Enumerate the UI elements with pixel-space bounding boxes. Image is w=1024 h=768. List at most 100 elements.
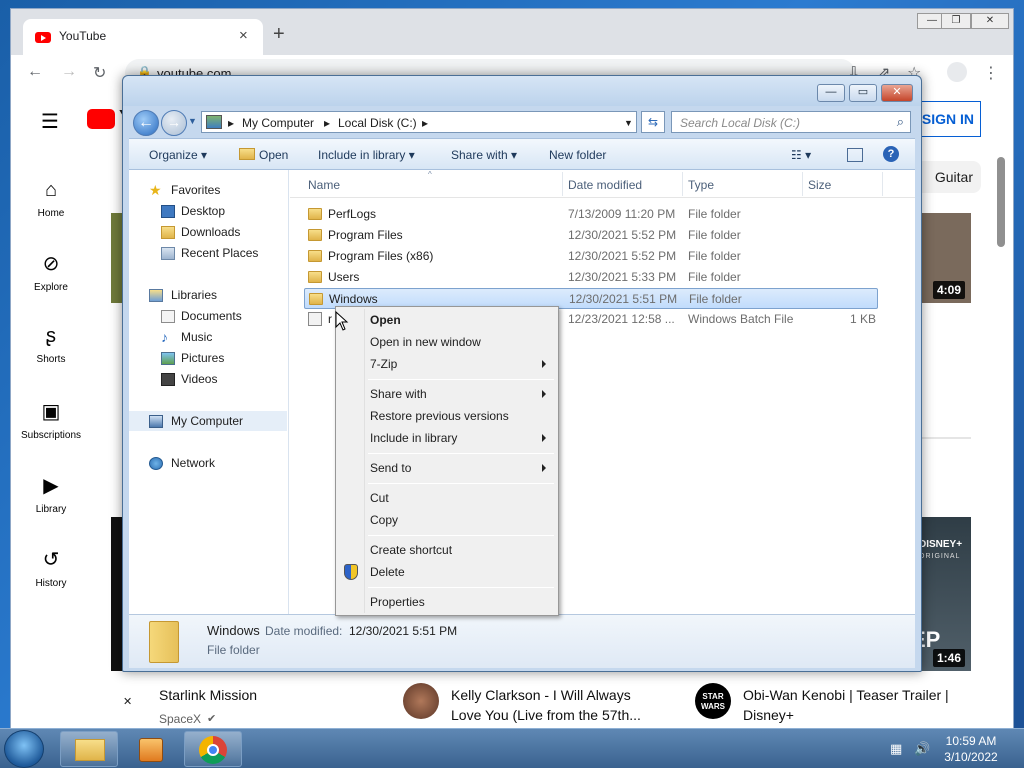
menu-item-restore-previous-versions[interactable]: Restore previous versions — [338, 405, 556, 427]
nav-pictures[interactable]: Pictures — [129, 348, 287, 368]
start-button[interactable] — [4, 730, 44, 768]
network-tray-icon[interactable]: ▦ — [890, 741, 902, 757]
menu-dots-icon[interactable]: ⋮ — [983, 63, 999, 83]
nav-label: Network — [171, 456, 216, 470]
page-scrollbar[interactable] — [997, 157, 1005, 247]
maximize-button[interactable]: ❐ — [941, 13, 971, 29]
include-in-library-button[interactable]: Include in library ▾ — [318, 148, 415, 162]
taskbar-explorer-button[interactable] — [60, 731, 118, 767]
volume-tray-icon[interactable]: 🔊 — [914, 741, 930, 757]
hamburger-menu-icon[interactable]: ☰ — [41, 109, 59, 134]
nav-libraries[interactable]: Libraries — [129, 285, 287, 305]
menu-item-share-with[interactable]: Share with — [338, 383, 556, 405]
back-icon[interactable]: ← — [133, 110, 159, 136]
nav-music[interactable]: ♪ Music — [129, 327, 287, 347]
sidebar-item-subscriptions[interactable]: ▣ Subscriptions — [13, 399, 89, 441]
menu-item-include-in-library[interactable]: Include in library — [338, 427, 556, 449]
explorer-address-bar[interactable]: ▸ My Computer ▸ Local Disk (C:) ▸ ▼ — [201, 111, 637, 133]
menu-item-delete[interactable]: Delete — [338, 561, 556, 583]
star-wars-avatar[interactable]: STAR WARS — [695, 683, 731, 719]
nav-my-computer[interactable]: My Computer — [129, 411, 287, 431]
menu-item-create-shortcut[interactable]: Create shortcut — [338, 539, 556, 561]
sidebar-item-history[interactable]: ↺ History — [13, 547, 89, 589]
column-header-size[interactable]: Size — [808, 178, 831, 192]
explorer-minimize-button[interactable]: — — [817, 84, 845, 102]
file-row[interactable]: Program Files 12/30/2021 5:52 PM File fo… — [304, 225, 878, 246]
nav-recent-places[interactable]: Recent Places — [129, 243, 287, 263]
column-separator[interactable] — [882, 172, 883, 196]
folder-icon — [308, 250, 322, 262]
organize-button[interactable]: Organize ▾ — [149, 148, 207, 162]
open-button[interactable]: Open — [259, 148, 288, 162]
share-with-button[interactable]: Share with ▾ — [451, 148, 517, 162]
breadcrumb-arrow-icon[interactable]: ▸ — [422, 116, 428, 130]
preview-pane-icon[interactable] — [847, 148, 863, 162]
menu-item-7zip[interactable]: 7-Zip — [338, 353, 556, 375]
new-tab-button[interactable]: + — [273, 23, 285, 46]
file-row[interactable]: Program Files (x86) 12/30/2021 5:52 PM F… — [304, 246, 878, 267]
refresh-icon[interactable]: ⇆ — [641, 111, 665, 133]
search-icon[interactable]: ⌕ — [897, 114, 904, 130]
file-date: 12/30/2021 5:52 PM — [568, 228, 677, 242]
menu-label: Include in library — [370, 431, 458, 445]
tab-close-icon[interactable]: × — [239, 27, 248, 44]
video-channel[interactable]: SpaceX — [159, 712, 201, 726]
sidebar-item-home[interactable]: ⌂ Home — [13, 179, 89, 219]
recent-pages-chevron-icon[interactable]: ▼ — [188, 116, 197, 126]
close-button[interactable]: ✕ — [971, 13, 1009, 29]
view-options-icon[interactable]: ☷ ▾ — [791, 148, 811, 162]
nav-favorites[interactable]: ★ Favorites — [129, 180, 287, 200]
video-title[interactable]: Starlink Mission — [159, 685, 257, 705]
menu-item-copy[interactable]: Copy — [338, 509, 556, 531]
file-row[interactable]: PerfLogs 7/13/2009 11:20 PM File folder — [304, 204, 878, 225]
media-player-icon — [139, 738, 163, 762]
menu-item-open-new-window[interactable]: Open in new window — [338, 331, 556, 353]
breadcrumb-arrow-icon[interactable]: ▸ — [324, 116, 330, 130]
video-title[interactable]: Obi-Wan Kenobi | Teaser Trailer | Disney… — [743, 685, 963, 725]
forward-icon[interactable]: → — [61, 63, 77, 81]
breadcrumb-my-computer[interactable]: My Computer — [242, 116, 314, 130]
taskbar-media-player-button[interactable] — [122, 731, 180, 767]
explorer-close-button[interactable]: ✕ — [881, 84, 913, 102]
forward-icon[interactable]: → — [161, 110, 187, 136]
youtube-logo-icon[interactable] — [87, 109, 115, 129]
tab-youtube[interactable]: YouTube × — [23, 19, 263, 55]
taskbar-chrome-button[interactable] — [184, 731, 242, 767]
menu-item-open[interactable]: Open — [338, 309, 556, 331]
sidebar-item-library[interactable]: ▶ Library — [13, 473, 89, 515]
address-dropdown-icon[interactable]: ▼ — [624, 118, 633, 128]
sidebar-item-shorts[interactable]: ʂ Shorts — [13, 325, 89, 365]
column-separator[interactable] — [562, 172, 563, 196]
menu-item-cut[interactable]: Cut — [338, 487, 556, 509]
breadcrumb-local-disk[interactable]: Local Disk (C:) — [338, 116, 417, 130]
clock-time[interactable]: 10:59 AM — [940, 734, 1002, 748]
file-row[interactable]: Users 12/30/2021 5:33 PM File folder — [304, 267, 878, 288]
nav-documents[interactable]: Documents — [129, 306, 287, 326]
nav-downloads[interactable]: Downloads — [129, 222, 287, 242]
chrome-tab-strip: YouTube × + — ❐ ✕ — [11, 9, 1013, 55]
reload-icon[interactable]: ↻ — [93, 63, 106, 83]
nav-desktop[interactable]: Desktop — [129, 201, 287, 221]
column-header-name[interactable]: Name — [308, 178, 340, 192]
nav-videos[interactable]: Videos — [129, 369, 287, 389]
profile-avatar-icon[interactable] — [947, 62, 967, 82]
nav-network[interactable]: Network — [129, 453, 287, 473]
column-header-type[interactable]: Type — [688, 178, 714, 192]
back-icon[interactable]: ← — [27, 63, 43, 81]
explorer-titlebar[interactable]: — ▭ ✕ — [123, 76, 921, 106]
clock-date[interactable]: 3/10/2022 — [940, 750, 1002, 764]
nav-label: Recent Places — [181, 246, 259, 260]
column-separator[interactable] — [802, 172, 803, 196]
column-header-date[interactable]: Date modified — [568, 178, 642, 192]
channel-avatar[interactable] — [403, 683, 439, 719]
column-separator[interactable] — [682, 172, 683, 196]
breadcrumb-arrow-icon[interactable]: ▸ — [228, 116, 234, 130]
video-title[interactable]: Kelly Clarkson - I Will Always Love You … — [451, 685, 661, 725]
new-folder-button[interactable]: New folder — [549, 148, 606, 162]
menu-item-send-to[interactable]: Send to — [338, 457, 556, 479]
explorer-maximize-button[interactable]: ▭ — [849, 84, 877, 102]
help-icon[interactable]: ? — [883, 146, 899, 162]
sidebar-item-explore[interactable]: ⊘ Explore — [13, 251, 89, 293]
explorer-search-input[interactable]: Search Local Disk (C:) ⌕ — [671, 111, 911, 133]
menu-item-properties[interactable]: Properties — [338, 591, 556, 613]
